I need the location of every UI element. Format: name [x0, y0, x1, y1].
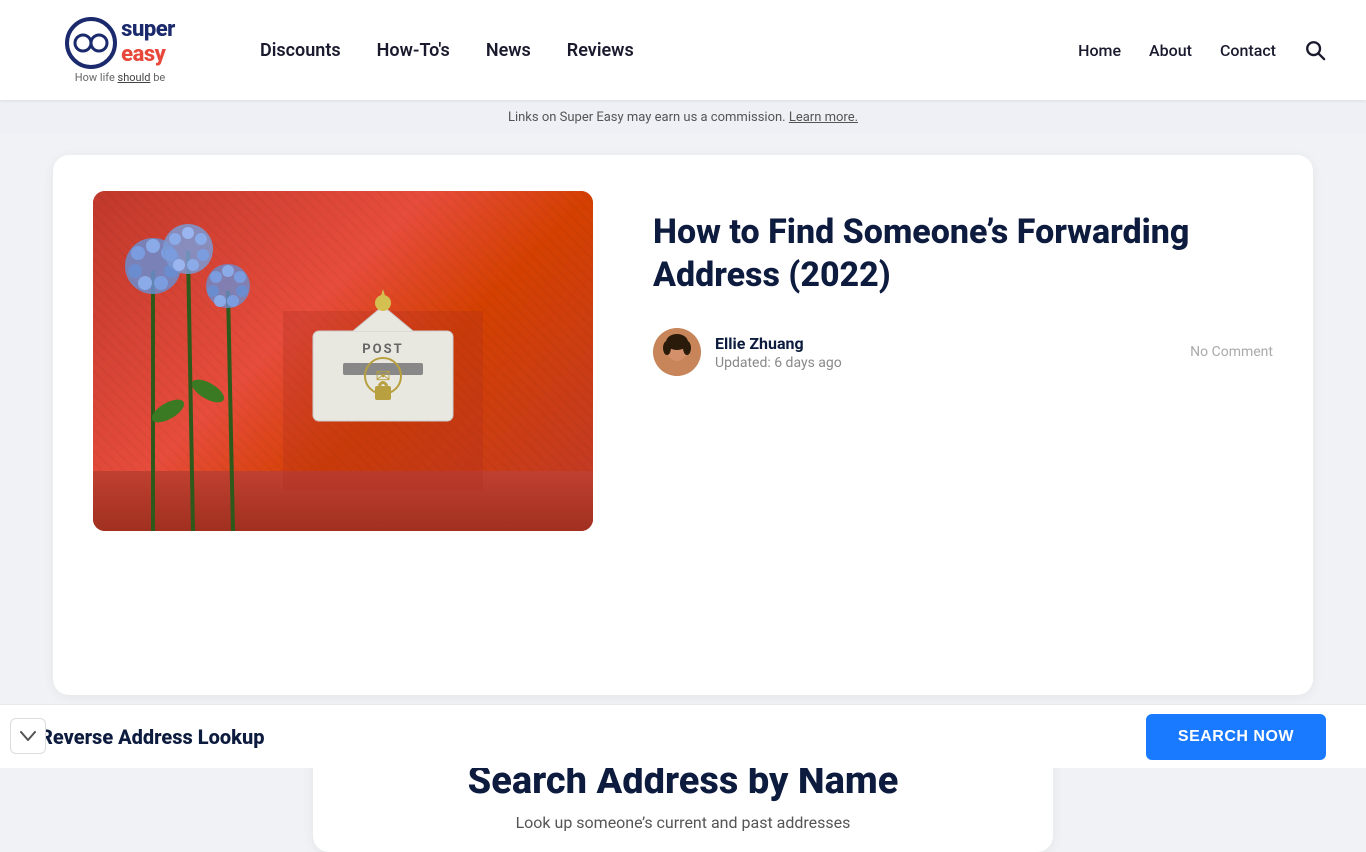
nav-item-contact[interactable]: Contact	[1220, 41, 1276, 60]
avatar-image	[653, 328, 701, 376]
article-card: ✉ POST How to Find Someone’s Forwarding …	[53, 155, 1313, 695]
chevron-down-icon	[20, 731, 36, 741]
search-button[interactable]	[1304, 39, 1326, 61]
author-avatar	[653, 328, 701, 376]
article-title: How to Find Someone’s Forwarding Address…	[653, 211, 1273, 296]
author-name: Ellie Zhuang	[715, 334, 1176, 353]
article-image: ✉ POST	[93, 191, 593, 531]
nav-item-home[interactable]: Home	[1078, 41, 1121, 60]
search-widget-subtitle: Look up someone’s current and past addre…	[353, 813, 1013, 832]
nav-item-howtos[interactable]: How-To's	[377, 40, 450, 61]
collapse-button[interactable]	[10, 718, 46, 754]
nav-item-discounts[interactable]: Discounts	[260, 40, 341, 61]
logo-super-text: super	[121, 18, 175, 42]
main-navigation: Discounts How-To's News Reviews	[260, 40, 1078, 61]
svg-text:✉: ✉	[375, 366, 390, 387]
article-image-container: ✉ POST	[93, 191, 593, 531]
author-row: Ellie Zhuang Updated: 6 days ago No Comm…	[653, 328, 1273, 376]
nav-item-reviews[interactable]: Reviews	[567, 40, 634, 61]
right-navigation: Home About Contact	[1078, 39, 1326, 61]
logo-icon	[65, 17, 117, 69]
bottom-bar-title: Reverse Address Lookup	[40, 725, 1146, 749]
logo-tagline: How life should be	[75, 71, 165, 84]
nav-item-news[interactable]: News	[486, 40, 531, 61]
svg-text:POST: POST	[362, 342, 403, 357]
commission-banner: Links on Super Easy may earn us a commis…	[0, 100, 1366, 135]
search-icon	[1304, 39, 1326, 61]
site-header: super easy How life should be Discounts …	[0, 0, 1366, 100]
author-updated: Updated: 6 days ago	[715, 355, 1176, 371]
comment-count: No Comment	[1190, 344, 1273, 360]
article-info: How to Find Someone’s Forwarding Address…	[653, 191, 1273, 376]
logo-easy-text: easy	[121, 43, 175, 67]
search-now-button[interactable]: SEARCH NOW	[1146, 714, 1326, 760]
logo[interactable]: super easy How life should be	[40, 17, 200, 84]
nav-item-about[interactable]: About	[1149, 41, 1192, 60]
mailbox-image: ✉ POST	[283, 231, 483, 491]
author-details: Ellie Zhuang Updated: 6 days ago	[715, 334, 1176, 371]
learn-more-link[interactable]: Learn more.	[789, 110, 858, 125]
flower-decoration	[113, 211, 313, 531]
bottom-bar: Reverse Address Lookup SEARCH NOW	[0, 704, 1366, 768]
